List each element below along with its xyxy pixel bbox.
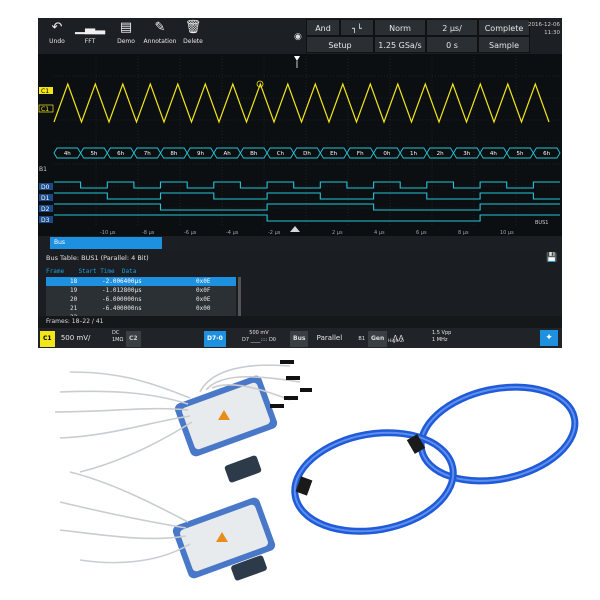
bus-value-label: 4h <box>490 151 497 157</box>
trigger-mode[interactable]: Norm <box>374 19 426 36</box>
svg-text:C1: C1 <box>41 88 49 95</box>
bus-value-label: 1h <box>410 151 417 157</box>
channel-c1-settings[interactable]: C1 500 mV/ <box>40 330 90 347</box>
channel-d3-marker[interactable]: D3 <box>39 216 53 224</box>
channel-d2-marker[interactable]: D2 <box>39 205 53 213</box>
undo-button[interactable]: ↶ Undo <box>42 18 72 54</box>
bus-value-label: 8h <box>170 151 177 157</box>
waveform-display[interactable]: C1 C1 B1 D0 D1 D2 D3 4h 5h 6h 7h 8h 9h Ah Bh Ch D… <box>38 54 562 236</box>
oscilloscope-screen: ↶ Undo ▁▃▂ FFT ▤ Demo ✎ Annotation 🗑 Del… <box>38 18 562 348</box>
bus-value-label: 3h <box>463 151 470 157</box>
trigger-setup-button[interactable]: Setup <box>306 36 374 53</box>
svg-text:D1: D1 <box>41 195 50 202</box>
tab-bus[interactable]: Bus <box>50 237 162 249</box>
delete-button[interactable]: 🗑 Delete <box>178 18 208 54</box>
svg-text:B1: B1 <box>39 166 47 173</box>
generator-output: 1.5 Vpp 1 MHz <box>432 330 452 343</box>
bus-tab-bar: Bus <box>38 236 562 250</box>
logic-probe-pod <box>172 497 276 581</box>
bus-table-panel: Bus Table: BUS1 (Parallel: 4 Bit) 💾 Fram… <box>38 250 562 322</box>
bus-table-title: Bus Table: BUS1 (Parallel: 4 Bit) <box>46 254 149 262</box>
bus-value-label: Dh <box>303 151 311 157</box>
datetime: 2016-12-06 11:30 <box>528 22 560 36</box>
status-bar: C1 500 mV/ DC 1MΩ C2 D7-0 500 mV D7 ____… <box>38 328 562 348</box>
trash-icon: 🗑 <box>184 20 202 35</box>
bus-value-label: 9h <box>197 151 204 157</box>
trigger-source[interactable]: And <box>306 19 340 36</box>
timebase[interactable]: 2 µs/ <box>426 19 478 36</box>
svg-text:D3: D3 <box>41 217 50 224</box>
svg-text:D2: D2 <box>41 206 50 213</box>
bus-value-label: 7h <box>144 151 151 157</box>
fft-button[interactable]: ▁▃▂ FFT <box>74 18 106 54</box>
grabber-clips <box>270 360 312 408</box>
fft-icon: ▁▃▂ <box>75 20 105 35</box>
channel-d0-marker[interactable]: D0 <box>39 183 53 191</box>
bus-settings[interactable]: Bus Parallel B1 <box>290 330 365 347</box>
channel-c1-offset-marker[interactable]: C1 <box>38 104 54 113</box>
bus-value-label: Ch <box>277 151 285 157</box>
bus-value-label: 2h <box>437 151 444 157</box>
undo-arrow-icon: ↶ <box>51 20 63 35</box>
ribbon-cable-loops <box>291 383 579 535</box>
save-icon[interactable]: 💾 <box>546 253 557 263</box>
bus-value-label: 4h <box>64 151 71 157</box>
bus-table-header: Frame Start Time Data <box>46 268 137 275</box>
demo-button[interactable]: ▤ Demo <box>110 18 142 54</box>
channel-c1-coupling: DC 1MΩ <box>112 330 124 343</box>
bus-value-label: Bh <box>250 151 258 157</box>
bus-value-label: 6h <box>117 151 124 157</box>
demo-icon: ▤ <box>119 20 133 35</box>
sample-rate[interactable]: 1.25 GSa/s <box>374 36 426 53</box>
toolbar: ↶ Undo ▁▃▂ FFT ▤ Demo ✎ Annotation 🗑 Del… <box>38 18 562 54</box>
acquisition-mode[interactable]: Sample <box>478 36 530 53</box>
svg-text:C1: C1 <box>41 106 49 113</box>
digital-threshold: 500 mV D7 ____:::: D0 <box>242 330 276 343</box>
horizontal-position[interactable]: 0 s <box>426 36 478 53</box>
channel-c1-marker[interactable]: C1 <box>39 87 53 95</box>
rs-logo-icon[interactable]: ✦ <box>540 330 558 346</box>
trigger-edge-icon[interactable]: ┐└ <box>340 19 374 36</box>
bus-value-label: Eh <box>330 151 337 157</box>
bus-b1-marker[interactable]: B1 <box>39 166 47 173</box>
bus-value-label: 6h <box>543 151 550 157</box>
digital-d7-d0-settings[interactable]: D7-0 <box>204 330 226 347</box>
channel-c2-settings[interactable]: C2 <box>126 330 141 347</box>
bus-value-label: 0h <box>383 151 390 157</box>
bus-label-right: BUS1 <box>535 220 548 226</box>
bus-value-label: 5h <box>517 151 524 157</box>
annotation-button[interactable]: ✎ Annotation <box>142 18 178 54</box>
svg-text:D0: D0 <box>41 184 50 191</box>
bus-value-label: Ah <box>223 151 231 157</box>
bus-value-label: Fh <box>357 151 364 157</box>
probe-product-photo <box>54 360 579 581</box>
frames-indicator: Frames: 18–22 / 41 <box>38 316 562 328</box>
bus-value-label: 5h <box>90 151 97 157</box>
trigger-level-marker-icon: ◉ <box>294 32 302 42</box>
pencil-icon: ✎ <box>154 20 166 35</box>
acquisition-state[interactable]: Complete <box>478 19 530 36</box>
channel-d1-marker[interactable]: D1 <box>39 194 53 202</box>
